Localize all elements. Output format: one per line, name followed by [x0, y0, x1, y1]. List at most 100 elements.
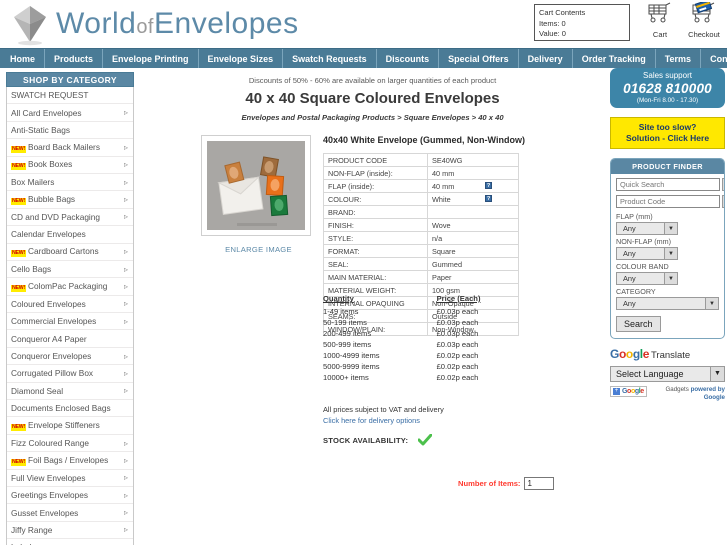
nav-item-home[interactable]: Home	[0, 49, 46, 68]
sidebar-item-gusset-envelopes[interactable]: Gusset Envelopes ▹	[7, 504, 133, 522]
nav-item-delivery[interactable]: Delivery	[519, 49, 573, 68]
site-logo[interactable]: WorldofEnvelopes	[8, 2, 299, 46]
sidebar-item-envelope-stiffeners[interactable]: NEW! Envelope Stiffeners	[7, 417, 133, 435]
sidebar-item-text: SWATCH REQUEST	[11, 90, 89, 101]
colour-band-label: COLOUR BAND	[616, 262, 669, 271]
sidebar-item-cardboard-cartons[interactable]: NEW! Cardboard Cartons ▹	[7, 244, 133, 261]
enlarge-image-link[interactable]: ENLARGE IMAGE	[201, 245, 316, 254]
chevron-down-icon: ▼	[705, 298, 718, 309]
help-icon-nonflap[interactable]: ?	[485, 182, 492, 189]
price-quantity: 50-199 items	[323, 318, 367, 327]
sidebar-item-all-card-envelopes[interactable]: All Card Envelopes ▹	[7, 104, 133, 122]
sidebar-item-full-view-envelopes[interactable]: Full View Envelopes ▹	[7, 470, 133, 487]
product-code-input[interactable]	[616, 195, 720, 208]
price-quantity: 200-499 items	[323, 329, 372, 338]
sidebar-item-cd-and-dvd-packaging[interactable]: CD and DVD Packaging ▹	[7, 209, 133, 227]
flap-select[interactable]: Any ▼	[616, 222, 678, 235]
sidebar-item-label: SWATCH REQUEST	[11, 90, 122, 100]
product-image-frame[interactable]	[201, 135, 311, 236]
sidebar-item-corrugated-pillow-box[interactable]: Corrugated Pillow Box ▹	[7, 365, 133, 383]
nav-item-envelope-sizes[interactable]: Envelope Sizes	[199, 49, 284, 68]
sidebar-item-greetings-envelopes[interactable]: Greetings Envelopes ▹	[7, 487, 133, 505]
category-select-value: Any	[623, 299, 636, 308]
spec-value: White	[427, 192, 519, 206]
product-image-column: ENLARGE IMAGE	[201, 135, 316, 254]
sidebar-item-commercial-envelopes[interactable]: Commercial Envelopes ▹	[7, 313, 133, 331]
quick-search-go-button[interactable]: Go!	[722, 178, 724, 191]
sidebar-item-box-mailers[interactable]: Box Mailers ▹	[7, 174, 133, 192]
sidebar-item-colompac-packaging[interactable]: NEW! ColomPac Packaging ▹	[7, 278, 133, 296]
page-title: 40 x 40 Square Coloured Envelopes	[245, 90, 500, 107]
main-navigation: Home Products Envelope Printing Envelope Si…	[0, 48, 727, 68]
new-badge: NEW!	[11, 424, 27, 432]
sidebar-item-bubble-bags[interactable]: NEW! Bubble Bags ▹	[7, 191, 133, 209]
cart-button[interactable]: Cart	[640, 2, 680, 39]
sales-support-title: Sales support	[643, 71, 692, 80]
colour-band-select[interactable]: Any ▼	[616, 272, 678, 285]
product-finder-body: Go! Go! FLAP (mm) Any ▼ NON-FLAP (mm) An…	[611, 174, 724, 338]
sidebar-item-foil-bags-envelopes[interactable]: NEW! Foil Bags / Envelopes ▹	[7, 452, 133, 470]
sidebar-item-labels[interactable]: Labels▹	[7, 539, 133, 545]
help-icon-flap[interactable]: ?	[485, 195, 492, 202]
powered-by-google: Google	[703, 394, 725, 401]
language-select[interactable]: Select Language ▼	[610, 366, 725, 382]
spec-value: SE40WG	[427, 153, 519, 167]
nav-item-special-offers[interactable]: Special Offers	[439, 49, 519, 68]
sidebar-item-label: Calendar Envelopes	[11, 229, 122, 239]
sidebar-item-anti-static-bags[interactable]: Anti-Static Bags	[7, 122, 133, 140]
sidebar-item-cello-bags[interactable]: Cello Bags ▹	[7, 261, 133, 279]
spec-value: Gummed	[427, 257, 519, 271]
diamond-gem-icon	[8, 2, 52, 46]
sidebar-item-coloured-envelopes[interactable]: Coloured Envelopes ▹	[7, 296, 133, 314]
nav-item-envelope-printing[interactable]: Envelope Printing	[103, 49, 199, 68]
logo-word-world: World	[56, 7, 137, 40]
category-sidebar: SHOP BY CATEGORY SWATCH REQUEST All Card …	[6, 72, 134, 545]
language-select-value: Select Language	[616, 369, 684, 379]
nav-item-products[interactable]: Products	[45, 49, 104, 68]
nav-item-contact-us[interactable]: Contact Us	[701, 49, 727, 68]
sidebar-item-board-back-mailers[interactable]: NEW! Board Back Mailers ▹	[7, 139, 133, 157]
chevron-right-icon: ▹	[123, 247, 128, 257]
sidebar-item-calendar-envelopes[interactable]: Calendar Envelopes	[7, 226, 133, 244]
sidebar-item-text: Greetings Envelopes	[11, 490, 89, 501]
sidebar-item-conqueror-envelopes[interactable]: Conqueror Envelopes ▹	[7, 348, 133, 366]
google-badge[interactable]: + Google	[610, 386, 647, 397]
chevron-down-icon: ▼	[664, 273, 677, 284]
checkout-button[interactable]: Checkout	[684, 0, 724, 39]
delivery-options-link[interactable]: Click here for delivery options	[323, 416, 420, 425]
finder-search-button[interactable]: Search	[616, 316, 661, 332]
stock-availability-row: STOCK AVAILABILITY:	[323, 433, 433, 447]
category-select[interactable]: Any ▼	[616, 297, 719, 310]
product-code-row: Go!	[616, 195, 724, 208]
sidebar-item-label: Commercial Envelopes	[11, 316, 122, 326]
plus-icon: +	[613, 388, 620, 395]
quick-search-input[interactable]	[616, 178, 720, 191]
sidebar-item-book-boxes[interactable]: NEW! Book Boxes ▹	[7, 157, 133, 174]
nav-item-terms[interactable]: Terms	[656, 49, 702, 68]
sidebar-item-label: NEW! Book Boxes	[11, 159, 122, 171]
nav-item-discounts[interactable]: Discounts	[377, 49, 440, 68]
sidebar-item-conqueror-a4-paper[interactable]: Conqueror A4 Paper	[7, 330, 133, 348]
cart-contents-box[interactable]: Cart Contents Items: 0 Value: 0	[534, 4, 630, 41]
nav-item-swatch-requests[interactable]: Swatch Requests	[283, 49, 377, 68]
quantity-input[interactable]	[524, 477, 555, 490]
sidebar-item-fizz-coloured-range[interactable]: Fizz Coloured Range ▹	[7, 435, 133, 453]
sidebar-item-jiffy-range[interactable]: Jiffy Range ▹	[7, 522, 133, 540]
sidebar-item-label: Conqueror Envelopes	[11, 351, 122, 361]
new-badge: NEW!	[11, 284, 27, 292]
sidebar-item-text: All Card Envelopes	[11, 107, 82, 118]
sidebar-item-text: Book Boxes	[28, 159, 73, 170]
sidebar-item-label: Box Mailers	[11, 177, 122, 187]
nav-item-order-tracking[interactable]: Order Tracking	[573, 49, 656, 68]
product-code-go-button[interactable]: Go!	[722, 195, 724, 208]
sidebar-item-documents-enclosed-bags[interactable]: Documents Enclosed Bags	[7, 400, 133, 418]
nonflap-select[interactable]: Any ▼	[616, 247, 678, 260]
sidebar-item-text: ColomPac Packaging	[28, 280, 108, 291]
price-row: 5000-9999 items £0.02p each	[323, 361, 480, 372]
chevron-right-icon: ▹	[123, 438, 128, 448]
sidebar-item-swatch-request[interactable]: SWATCH REQUEST	[7, 87, 133, 105]
price-quantity: 5000-9999 items	[323, 362, 380, 371]
spec-value: Wove	[427, 218, 519, 232]
site-speed-banner[interactable]: Site too slow? Solution - Click Here	[610, 117, 725, 149]
sidebar-item-diamond-seal[interactable]: Diamond Seal ▹	[7, 383, 133, 401]
